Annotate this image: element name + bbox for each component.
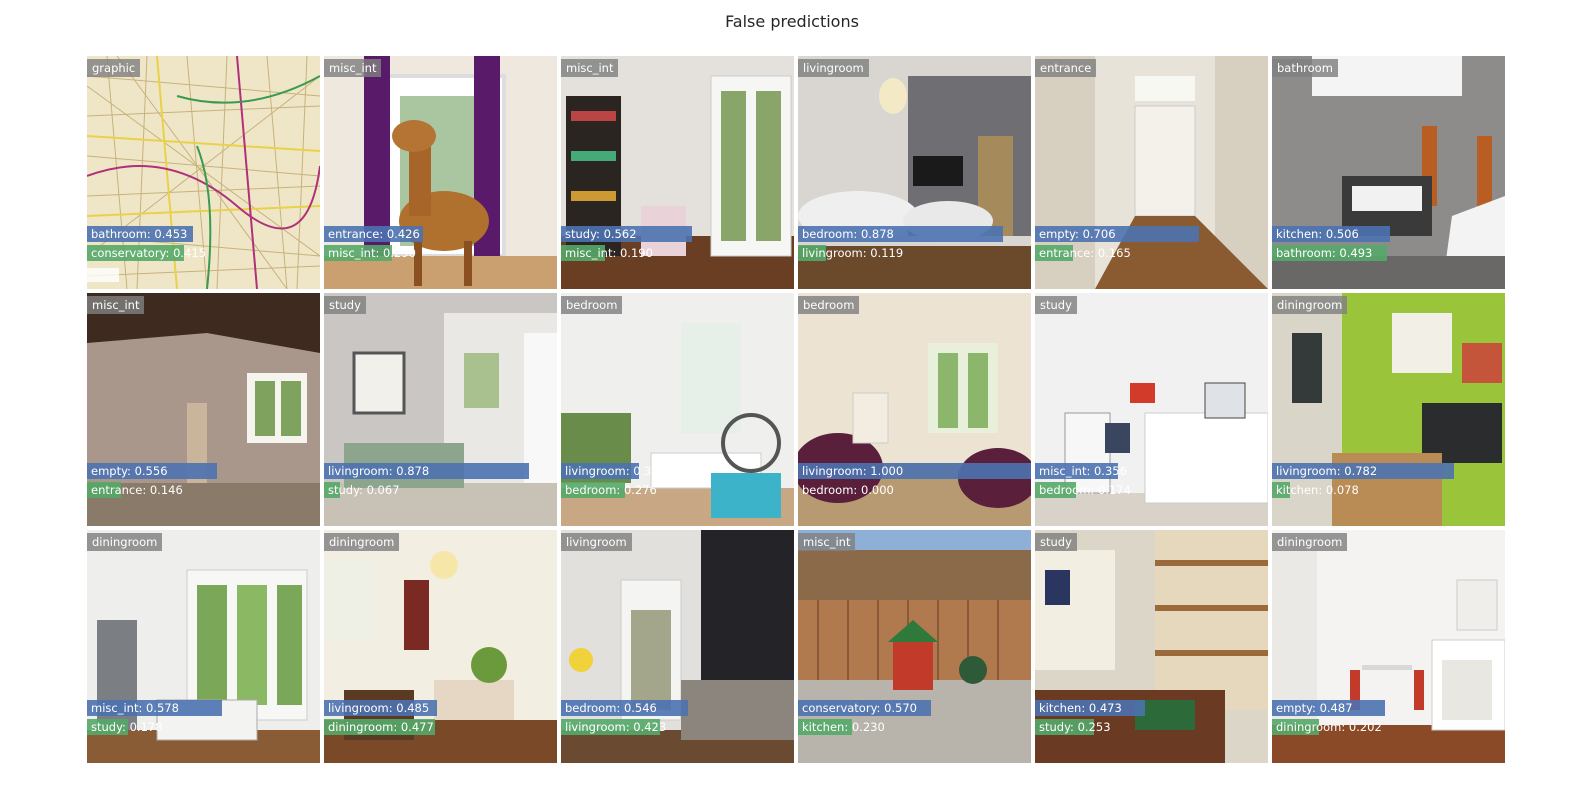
- prediction-tile: misc_int conservatory: 0.570 kitchen: 0.23…: [798, 530, 1031, 763]
- prediction-tile: graphic bathroom: 0.453 conservatory: 0.41…: [87, 56, 320, 289]
- second-prediction-label: bathroom: 0.493: [1276, 246, 1373, 260]
- second-prediction-label: bedroom: 0.000: [802, 483, 894, 497]
- true-label: livingroom: [561, 533, 632, 551]
- prediction-tile: study misc_int: 0.356 bedroom: 0.174: [1035, 293, 1268, 526]
- prediction-tile: diningroom empty: 0.487 diningroom: 0.202: [1272, 530, 1505, 763]
- second-prediction-label: entrance: 0.146: [91, 483, 183, 497]
- true-label: bedroom: [798, 296, 860, 314]
- true-label: diningroom: [1272, 296, 1348, 314]
- prediction-tile: misc_int entrance: 0.426 misc_int: 0.290: [324, 56, 557, 289]
- top-prediction-label: misc_int: 0.356: [1039, 464, 1127, 478]
- true-label: livingroom: [798, 59, 869, 77]
- true-label: misc_int: [87, 296, 145, 314]
- prediction-tile: livingroom bedroom: 0.546 livingroom: 0.42…: [561, 530, 794, 763]
- true-label: study: [324, 296, 366, 314]
- prediction-tile: bedroom livingroom: 0.333 bedroom: 0.276: [561, 293, 794, 526]
- second-prediction-label: diningroom: 0.202: [1276, 720, 1382, 734]
- figure-title: False predictions: [725, 12, 859, 31]
- prediction-tile: diningroom livingroom: 0.485 diningroom: 0…: [324, 530, 557, 763]
- second-prediction-label: conservatory: 0.415: [91, 246, 206, 260]
- top-prediction-label: livingroom: 0.485: [328, 701, 430, 715]
- second-prediction-label: study: 0.178: [91, 720, 163, 734]
- second-prediction-label: livingroom: 0.119: [802, 246, 904, 260]
- second-prediction-label: livingroom: 0.423: [565, 720, 667, 734]
- second-prediction-label: diningroom: 0.477: [328, 720, 434, 734]
- top-prediction-label: bedroom: 0.546: [565, 701, 657, 715]
- top-prediction-label: livingroom: 1.000: [802, 464, 904, 478]
- prediction-tile: livingroom bedroom: 0.878 livingroom: 0.11…: [798, 56, 1031, 289]
- true-label: diningroom: [87, 533, 163, 551]
- top-prediction-label: conservatory: 0.570: [802, 701, 917, 715]
- second-prediction-label: misc_int: 0.290: [328, 246, 416, 260]
- second-prediction-label: study: 0.067: [328, 483, 400, 497]
- prediction-tile: misc_int study: 0.562 misc_int: 0.190: [561, 56, 794, 289]
- prediction-tile: entrance empty: 0.706 entrance: 0.165: [1035, 56, 1268, 289]
- true-label: study: [1035, 533, 1077, 551]
- true-label: misc_int: [798, 533, 856, 551]
- top-prediction-label: empty: 0.706: [1039, 227, 1116, 241]
- prediction-tile: misc_int empty: 0.556 entrance: 0.146: [87, 293, 320, 526]
- top-prediction-label: entrance: 0.426: [328, 227, 420, 241]
- second-prediction-label: kitchen: 0.078: [1276, 483, 1359, 497]
- true-label: diningroom: [324, 533, 400, 551]
- prediction-tile: bedroom livingroom: 1.000 bedroom: 0.000: [798, 293, 1031, 526]
- true-label: bedroom: [561, 296, 623, 314]
- second-prediction-label: bedroom: 0.174: [1039, 483, 1131, 497]
- top-prediction-label: kitchen: 0.506: [1276, 227, 1359, 241]
- top-prediction-label: study: 0.562: [565, 227, 637, 241]
- top-prediction-label: bathroom: 0.453: [91, 227, 188, 241]
- prediction-tile: bathroom kitchen: 0.506 bathroom: 0.493: [1272, 56, 1505, 289]
- top-prediction-label: empty: 0.556: [91, 464, 168, 478]
- true-label: misc_int: [561, 59, 619, 77]
- second-prediction-label: study: 0.253: [1039, 720, 1111, 734]
- second-prediction-label: kitchen: 0.230: [802, 720, 885, 734]
- prediction-tile: diningroom livingroom: 0.782 kitchen: 0.07…: [1272, 293, 1505, 526]
- true-label: misc_int: [324, 59, 382, 77]
- second-prediction-label: bedroom: 0.276: [565, 483, 657, 497]
- prediction-tile: study livingroom: 0.878 study: 0.067: [324, 293, 557, 526]
- top-prediction-label: misc_int: 0.578: [91, 701, 179, 715]
- true-label: diningroom: [1272, 533, 1348, 551]
- prediction-tile: study kitchen: 0.473 study: 0.253: [1035, 530, 1268, 763]
- second-prediction-label: misc_int: 0.190: [565, 246, 653, 260]
- top-prediction-label: bedroom: 0.878: [802, 227, 894, 241]
- true-label: study: [1035, 296, 1077, 314]
- top-prediction-label: livingroom: 0.782: [1276, 464, 1378, 478]
- true-label: bathroom: [1272, 59, 1338, 77]
- top-prediction-label: livingroom: 0.878: [328, 464, 430, 478]
- top-prediction-label: empty: 0.487: [1276, 701, 1353, 715]
- top-prediction-label: livingroom: 0.333: [565, 464, 667, 478]
- second-prediction-label: entrance: 0.165: [1039, 246, 1131, 260]
- prediction-tile: diningroom misc_int: 0.578 study: 0.178: [87, 530, 320, 763]
- prediction-grid: graphic bathroom: 0.453 conservatory: 0.41…: [87, 56, 1508, 764]
- true-label: entrance: [1035, 59, 1097, 77]
- true-label: graphic: [87, 59, 141, 77]
- top-prediction-label: kitchen: 0.473: [1039, 701, 1122, 715]
